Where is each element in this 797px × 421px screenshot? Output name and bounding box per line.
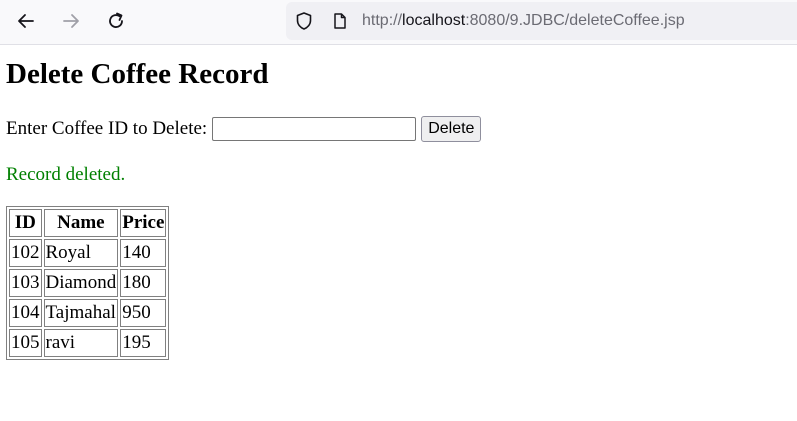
column-header-price: Price	[120, 209, 167, 237]
status-message: Record deleted.	[6, 164, 126, 185]
back-button[interactable]	[11, 6, 41, 36]
shield-icon[interactable]	[294, 11, 314, 31]
url-prefix: http://	[362, 12, 403, 29]
page-title: Delete Coffee Record	[6, 58, 269, 90]
cell-name: Diamond	[43, 269, 119, 297]
forward-button[interactable]	[56, 6, 86, 36]
browser-toolbar: http://localhost:8080/9.JDBC/deleteCoffe…	[0, 0, 797, 45]
coffee-table: ID Name Price 102 Royal 140 103 Diamond …	[6, 206, 170, 360]
url-host: localhost	[402, 12, 466, 29]
reload-icon	[109, 12, 123, 28]
cell-id: 102	[9, 239, 42, 267]
arrow-left-icon	[18, 14, 34, 28]
cell-id: 103	[9, 269, 42, 297]
cell-price: 195	[120, 329, 167, 357]
table-row: 105 ravi 195	[9, 329, 167, 357]
url-bar[interactable]: http://localhost:8080/9.JDBC/deleteCoffe…	[286, 2, 797, 40]
cell-price: 950	[120, 299, 167, 327]
arrow-right-icon	[63, 14, 79, 28]
column-header-id: ID	[9, 209, 42, 237]
table-header-row: ID Name Price	[9, 209, 167, 237]
coffee-id-label: Enter Coffee ID to Delete:	[6, 118, 208, 139]
table-row: 102 Royal 140	[9, 239, 167, 267]
cell-price: 180	[120, 269, 167, 297]
url-text[interactable]: http://localhost:8080/9.JDBC/deleteCoffe…	[362, 12, 685, 30]
coffee-id-input[interactable]	[212, 117, 417, 141]
delete-form: Enter Coffee ID to Delete: Delete	[6, 116, 482, 142]
table-row: 104 Tajmahal 950	[9, 299, 167, 327]
cell-name: Tajmahal	[43, 299, 119, 327]
page-icon[interactable]	[330, 11, 350, 31]
cell-id: 105	[9, 329, 42, 357]
delete-button[interactable]: Delete	[421, 116, 482, 142]
cell-price: 140	[120, 239, 167, 267]
reload-button[interactable]	[101, 6, 131, 36]
cell-name: ravi	[43, 329, 119, 357]
column-header-name: Name	[43, 209, 119, 237]
cell-name: Royal	[43, 239, 119, 267]
table-row: 103 Diamond 180	[9, 269, 167, 297]
url-rest: :8080/9.JDBC/deleteCoffee.jsp	[465, 12, 685, 29]
cell-id: 104	[9, 299, 42, 327]
